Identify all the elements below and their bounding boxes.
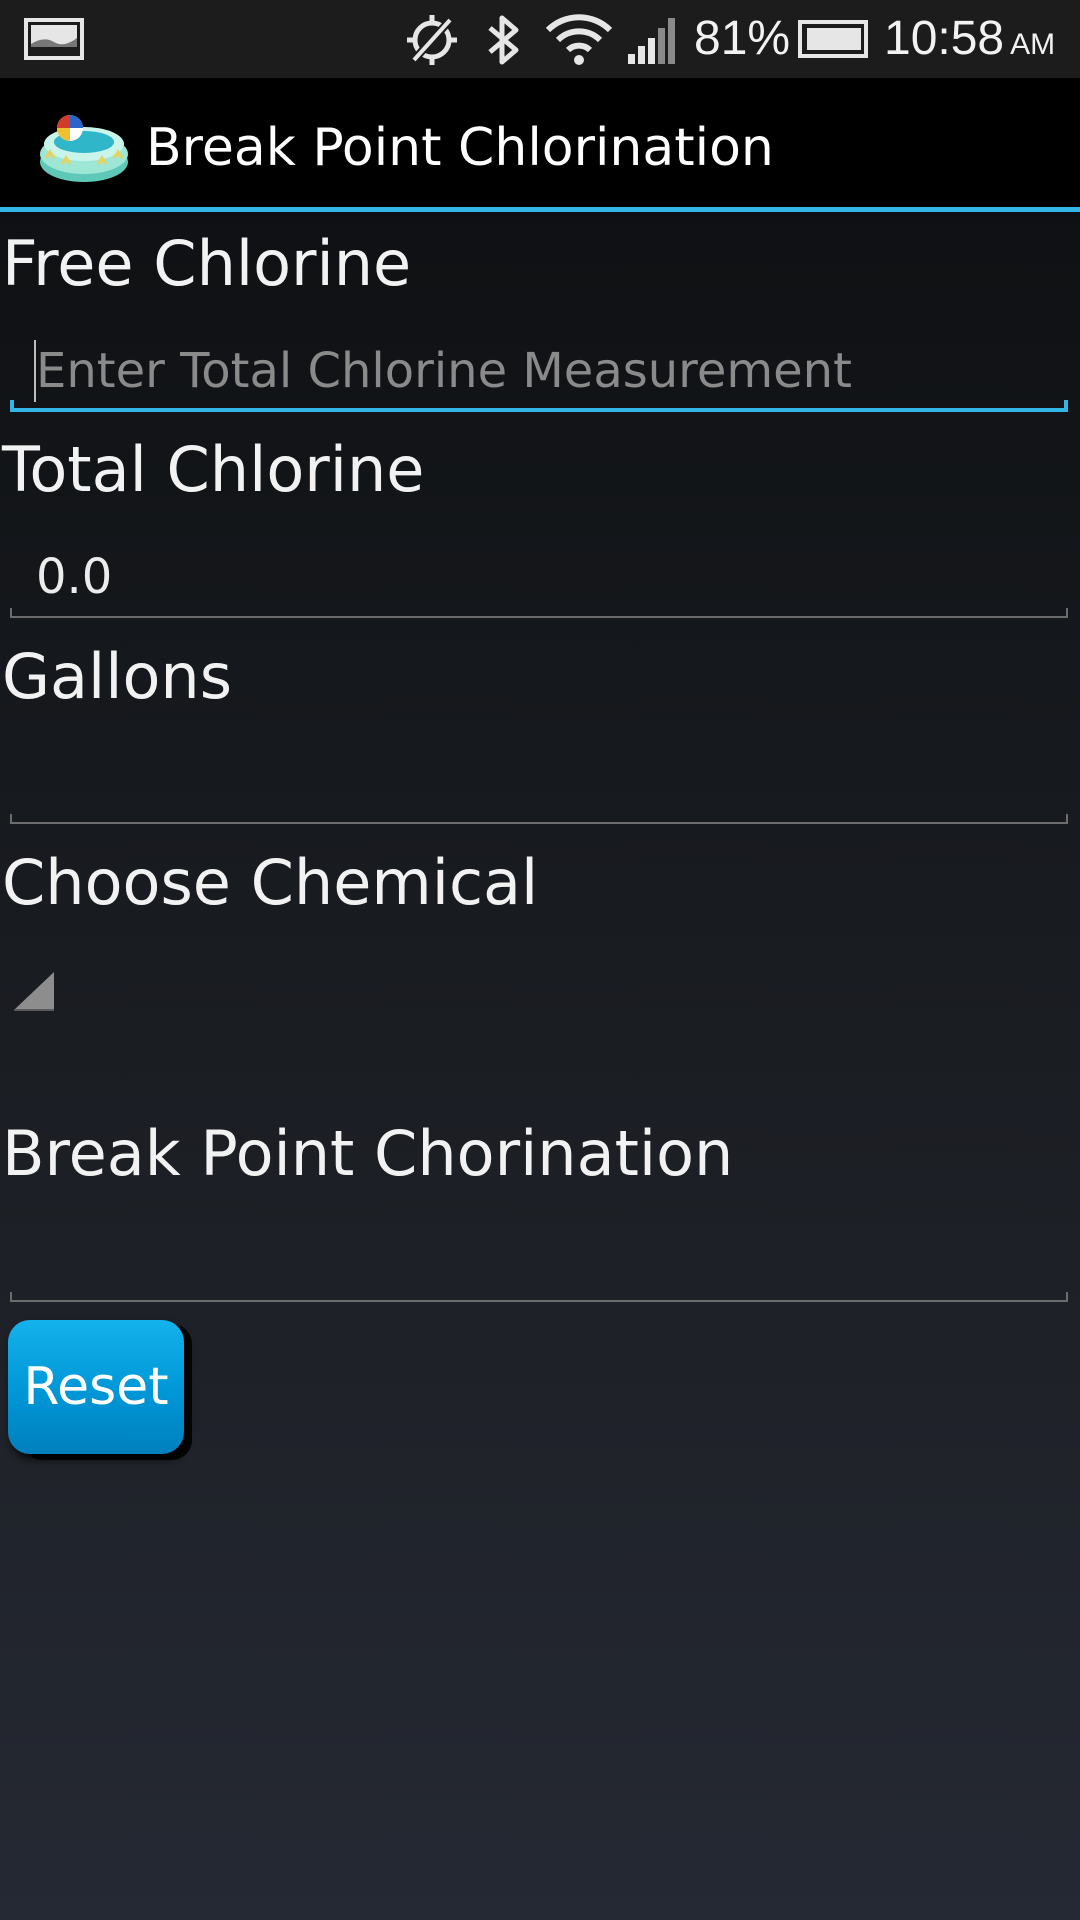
clock: 10:58 AM [884,0,1055,84]
field-underline [10,1300,1068,1302]
free-chlorine-placeholder: Enter Total Chlorine Measurement [36,343,852,399]
clock-ampm: AM [1010,28,1056,61]
field-tick-left [10,1292,12,1302]
break-point-label: Break Point Chorination [2,1117,734,1190]
reset-button[interactable]: Reset [8,1320,184,1454]
field-tick-right [1066,608,1068,618]
choose-chemical-label: Choose Chemical [2,846,539,919]
total-chlorine-label: Total Chlorine [2,433,425,506]
action-bar-divider [0,207,1080,212]
battery-percent: 81% [694,12,791,65]
bluetooth-icon [488,15,519,65]
field-underline [10,616,1068,618]
field-tick-right [1066,814,1068,824]
clock-time: 10:58 [884,12,1005,65]
gallons-input[interactable] [10,742,1068,824]
field-tick-right [1066,1292,1068,1302]
signal-icon [628,18,675,64]
screenshot-icon [24,18,84,60]
app-title: Break Point Chlorination [146,118,774,178]
break-point-result[interactable] [10,1220,1068,1302]
wifi-icon [545,14,613,65]
total-chlorine-input[interactable]: 0.0 [10,536,1068,618]
total-chlorine-value: 0.0 [36,549,113,605]
text-cursor [34,340,36,402]
status-bar: 81% 10:58 AM [0,0,1080,78]
gallons-label: Gallons [2,640,233,713]
field-underline [10,822,1068,824]
action-bar: Break Point Chlorination [0,78,1080,212]
free-chlorine-input[interactable]: Enter Total Chlorine Measurement [10,330,1068,412]
chemical-spinner[interactable] [10,970,70,1020]
field-underline [10,408,1068,412]
spinner-arrow-icon [14,972,54,1011]
field-tick-left [10,814,12,824]
sync-off-icon [407,15,457,65]
free-chlorine-label: Free Chlorine [2,227,412,300]
field-tick-left [10,400,14,412]
battery-icon [798,20,868,58]
field-tick-left [10,608,12,618]
pool-icon[interactable] [36,108,132,188]
field-tick-right [1064,400,1068,412]
